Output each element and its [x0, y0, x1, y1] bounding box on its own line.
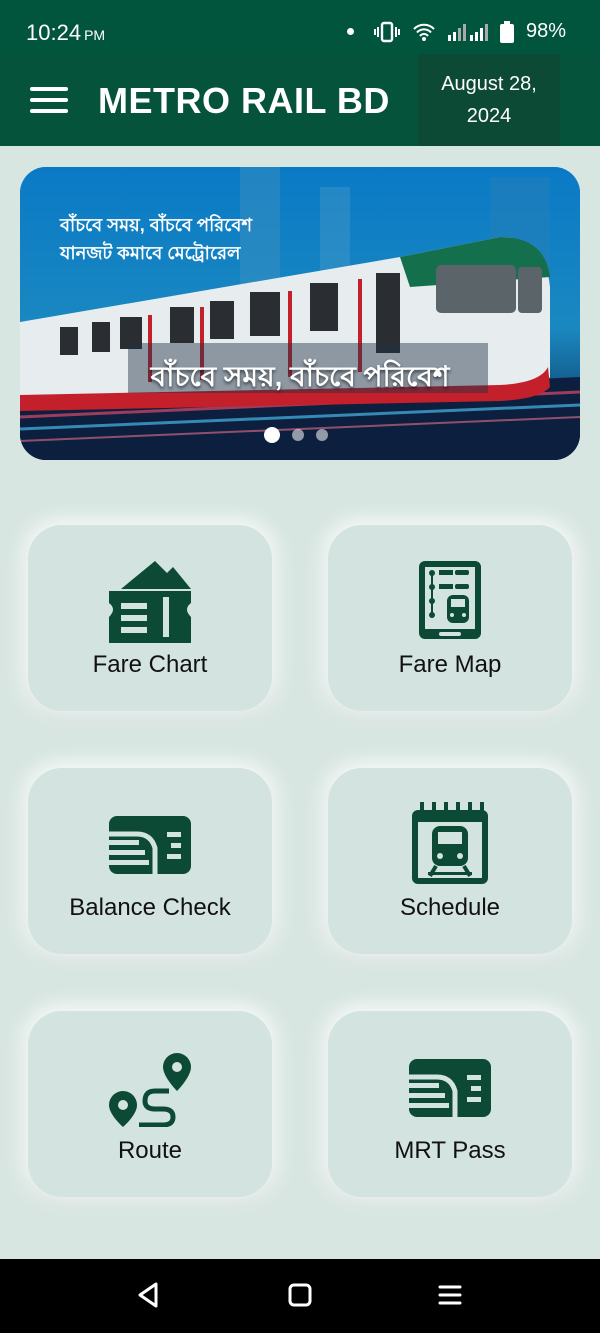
- status-icons: 98%: [346, 20, 566, 43]
- balance-check-label: Balance Check: [69, 894, 231, 921]
- banner-carousel[interactable]: বাঁচবে সময়, বাঁচবে পরিবেশ যানজট কমাবে ম…: [20, 167, 580, 460]
- schedule-label: Schedule: [399, 894, 501, 921]
- schedule-card[interactable]: Schedule: [328, 768, 572, 954]
- date-display: August 28, 2024: [418, 54, 560, 146]
- train-calendar-icon: [410, 802, 490, 891]
- home-button[interactable]: [288, 1281, 312, 1314]
- signal-icon: [447, 23, 488, 41]
- banner-slogan-line-1: বাঁচবে সময়, বাঁচবে পরিবেশ: [60, 215, 253, 235]
- notification-dot-icon: [346, 28, 354, 35]
- mrt-pass-label: MRT Pass: [394, 1137, 506, 1164]
- wifi-icon: [412, 22, 436, 42]
- menu-icon-line: [30, 98, 68, 102]
- app-bar: METRO RAIL BD August 28, 2024: [0, 54, 600, 146]
- back-button[interactable]: [136, 1281, 160, 1314]
- system-navigation-bar: [0, 1259, 600, 1333]
- date-line-2: 2024: [466, 105, 512, 127]
- menu-icon-line: [30, 109, 68, 113]
- app-title: METRO RAIL BD: [98, 80, 390, 121]
- home-square-icon: [288, 1283, 312, 1307]
- status-time-value: 10:24: [26, 20, 82, 45]
- fare-map-card[interactable]: Fare Map: [328, 525, 572, 711]
- ticket-icon: [107, 559, 193, 648]
- status-bar: 10:24 PM 98%: [0, 0, 600, 54]
- fare-map-label: Fare Map: [398, 651, 502, 678]
- recents-menu-icon: [438, 1285, 462, 1305]
- card-icon: [107, 814, 193, 881]
- status-ampm: PM: [84, 27, 106, 43]
- menu-icon-line: [30, 87, 68, 91]
- carousel-dot-active[interactable]: [264, 427, 280, 443]
- mrt-pass-card[interactable]: MRT Pass: [328, 1011, 572, 1197]
- battery-icon: [499, 20, 514, 43]
- banner-caption: বাঁচবে সময়, বাঁচবে পরিবেশ: [150, 361, 450, 392]
- recents-button[interactable]: [438, 1281, 462, 1314]
- vibrate-icon: [373, 21, 400, 43]
- banner-slogan: বাঁচবে সময়, বাঁচবে পরিবেশ যানজট কমাবে ম…: [60, 211, 252, 267]
- fare-map-icon: [417, 559, 483, 646]
- fare-chart-card[interactable]: Fare Chart: [28, 525, 272, 711]
- banner-slogan-line-2: যানজট কমাবে মেট্রোরেল: [60, 243, 241, 263]
- route-card[interactable]: Route: [28, 1011, 272, 1197]
- date-line-1: August 28,: [441, 73, 537, 95]
- carousel-dot[interactable]: [292, 429, 304, 441]
- back-triangle-icon: [138, 1282, 158, 1308]
- mrt-pass-icon: [407, 1057, 493, 1124]
- status-time: 10:24 PM: [26, 20, 105, 46]
- carousel-dot[interactable]: [316, 429, 328, 441]
- balance-check-card[interactable]: Balance Check: [28, 768, 272, 954]
- fare-chart-label: Fare Chart: [92, 651, 208, 678]
- carousel-indicator: [264, 427, 328, 443]
- route-icon: [107, 1051, 193, 1132]
- route-label: Route: [117, 1137, 183, 1164]
- menu-button[interactable]: [30, 87, 68, 113]
- battery-percent: 98%: [525, 20, 566, 42]
